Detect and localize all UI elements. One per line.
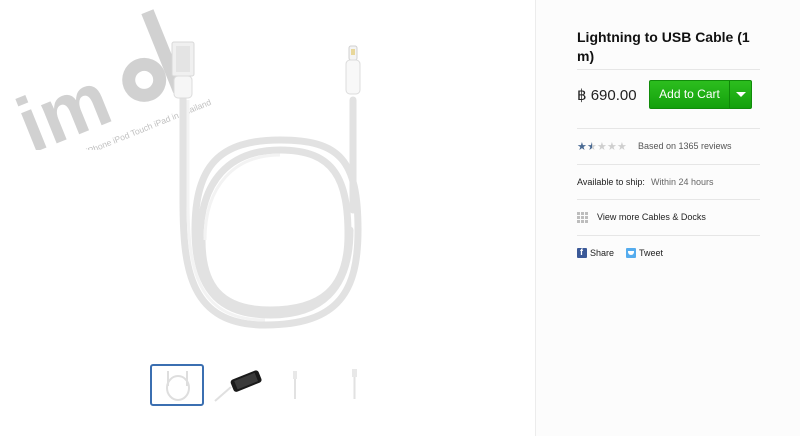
star-empty-icon: ★ bbox=[617, 141, 627, 153]
twitter-icon bbox=[626, 248, 636, 258]
twitter-tweet-button[interactable]: Tweet bbox=[626, 248, 663, 258]
ship-availability-value: Within 24 hours bbox=[651, 177, 714, 187]
star-empty-icon: ★ bbox=[597, 141, 607, 153]
divider-line bbox=[577, 69, 760, 70]
ship-availability-label: Available to ship: bbox=[577, 177, 645, 187]
thumbnail-connector-lightning[interactable] bbox=[274, 364, 328, 406]
product-price: ฿ 690.00 bbox=[577, 87, 637, 104]
divider-line bbox=[577, 199, 760, 200]
view-more-cables-link[interactable]: View more Cables & Docks bbox=[597, 212, 706, 222]
thumbnail-cable-with-iphone[interactable] bbox=[212, 364, 266, 406]
facebook-share-button[interactable]: Share bbox=[577, 247, 615, 258]
star-full-icon: ★ bbox=[577, 141, 587, 153]
divider-line bbox=[577, 128, 760, 129]
rating-stars: ★★★★★ bbox=[577, 140, 627, 153]
add-to-cart-label[interactable]: Add to Cart bbox=[650, 81, 729, 108]
star-empty-icon: ★ bbox=[607, 141, 617, 153]
thumbnail-cable-coiled[interactable] bbox=[150, 364, 204, 406]
product-gallery: im All Things iPhone iPod Touch iPad in … bbox=[0, 0, 535, 436]
divider-line bbox=[577, 164, 760, 165]
share-label: Share bbox=[590, 248, 615, 258]
facebook-icon bbox=[577, 247, 587, 258]
tweet-label: Tweet bbox=[639, 248, 664, 258]
product-main-image bbox=[171, 41, 362, 329]
reviews-count-link[interactable]: Based on 1365 reviews bbox=[638, 141, 732, 151]
add-to-cart-button[interactable]: Add to Cart bbox=[649, 80, 752, 109]
product-title: Lightning to USB Cable (1 m) bbox=[577, 29, 750, 64]
chevron-down-icon[interactable] bbox=[730, 81, 751, 108]
svg-text:im: im bbox=[5, 54, 122, 150]
divider-line bbox=[577, 235, 760, 236]
grid-icon bbox=[577, 212, 588, 223]
thumbnail-connector-usb[interactable] bbox=[336, 364, 390, 406]
star-half-icon: ★ bbox=[587, 141, 597, 153]
